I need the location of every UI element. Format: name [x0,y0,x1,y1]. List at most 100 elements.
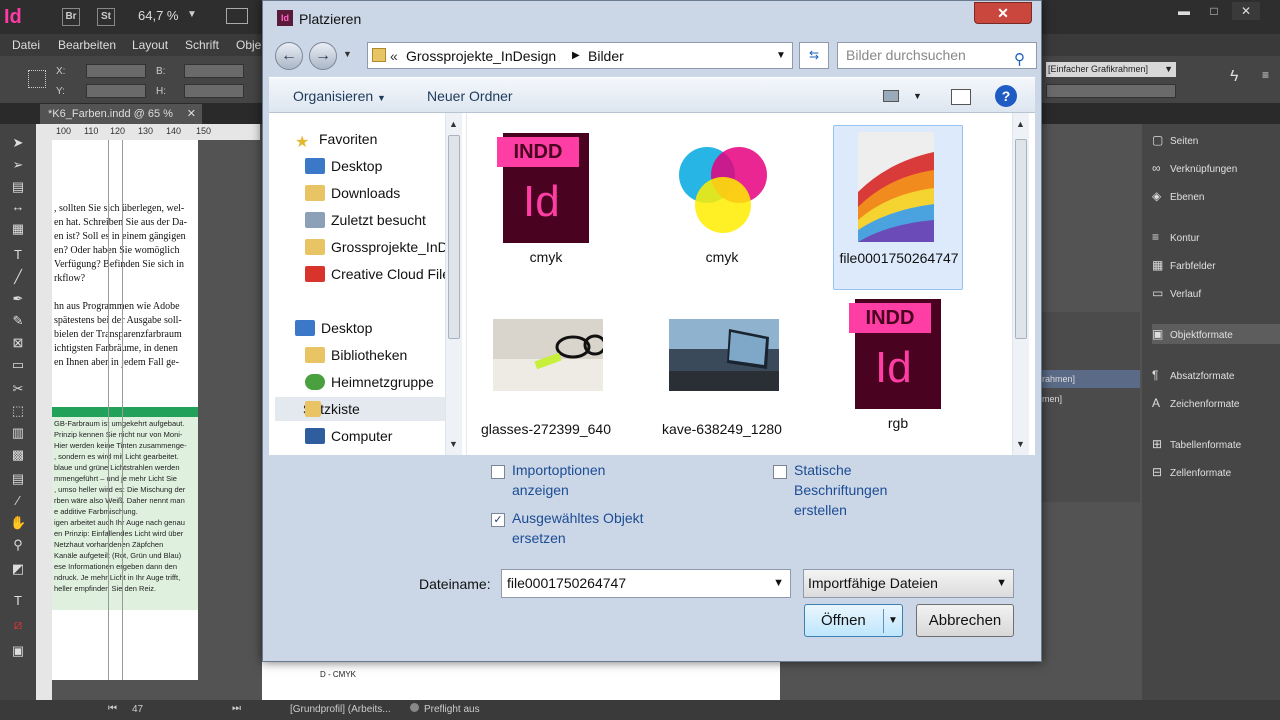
filename-dropdown-icon[interactable]: ▼ [773,570,784,597]
bridge-button[interactable]: Br [62,8,80,26]
file-scroll-thumb[interactable] [1015,139,1027,339]
pencil-tool-icon[interactable]: ✎ [10,314,26,328]
screen-mode-icon[interactable]: ▣ [10,644,26,658]
gradient-feather-icon[interactable]: ▩ [10,448,26,462]
address-dropdown-icon[interactable]: ▼ [776,50,786,61]
lightning-icon[interactable]: ϟ [1230,68,1238,86]
scroll-down-icon[interactable]: ▼ [1016,439,1025,449]
panel-zellenformate[interactable]: ⊟ Zellenformate [1152,462,1280,482]
scroll-up-icon[interactable]: ▲ [1016,119,1025,129]
filename-input[interactable]: file0001750264747 ▼ [501,569,791,598]
gradient-tool-icon[interactable]: ▥ [10,426,26,440]
maximize-icon[interactable]: □ [1200,2,1228,20]
import-options-checkbox[interactable] [491,465,505,479]
content-collector-icon[interactable]: ▦ [10,222,26,236]
nav-desktop-fav[interactable]: Desktop [305,154,382,178]
panel-menu-icon[interactable]: ≡ [1262,68,1269,82]
view-mode-icon[interactable] [883,90,899,102]
file-item[interactable]: INDD Id cmyk [481,125,611,290]
menu-objekt[interactable]: Obje [236,38,261,52]
nav-homegroup[interactable]: Heimnetzgruppe [305,370,434,394]
zoom-tool-icon[interactable]: ⚲ [10,538,26,552]
menu-layout[interactable]: Layout [132,38,168,52]
cancel-button[interactable]: Abbrechen [916,604,1014,637]
panel-seiten[interactable]: ▢ Seiten [1152,130,1280,150]
page-number[interactable]: 47 [132,704,143,715]
hand-tool-icon[interactable]: ✋ [10,516,26,530]
dialog-close-button[interactable]: ✕ [974,2,1032,24]
gap-tool-icon[interactable]: ↔ [10,200,26,214]
file-item[interactable]: cmyk [657,125,787,290]
nav-computer[interactable]: Computer [305,424,392,448]
help-icon[interactable]: ? [995,85,1017,107]
static-captions-label[interactable]: Statische Beschriftungen erstellen [794,460,904,520]
nav-desktop[interactable]: Desktop [295,316,372,340]
page-tool-icon[interactable]: ▤ [10,180,26,194]
zoom-dropdown-icon[interactable]: ▼ [187,9,197,20]
panel-absatzformate[interactable]: ¶ Absatzformate [1152,365,1280,385]
open-button[interactable]: Öffnen ▼ [804,604,903,637]
nav-recent[interactable]: Zuletzt besucht [305,208,426,232]
height-field[interactable] [184,84,244,98]
style-row[interactable]: men] [1040,390,1140,408]
history-dropdown-icon[interactable]: ▼ [343,49,352,59]
zoom-level[interactable]: 64,7 % [138,8,178,23]
nav-grossprojekte[interactable]: Grossprojekte_InDesign [305,235,455,259]
panel-verknuepfungen[interactable]: ∞ Verknüpfungen [1152,158,1280,178]
nav-favorites[interactable]: ★ Favoriten [295,127,377,151]
search-input[interactable]: Bilder durchsuchen ⚲ [837,42,1037,69]
free-transform-tool-icon[interactable]: ⬚ [10,404,26,418]
panel-objektformate[interactable]: ▣ Objektformate [1152,324,1280,344]
menu-bearbeiten[interactable]: Bearbeiten [58,38,116,52]
search-icon[interactable]: ⚲ [1014,47,1025,72]
nav-creative-cloud[interactable]: Creative Cloud Files [305,262,455,286]
line-tool-icon[interactable]: ╱ [10,270,26,284]
replace-selected-checkbox[interactable]: ✓ [491,513,505,527]
profile-label[interactable]: [Grundprofil] (Arbeits... [290,704,391,715]
panel-verlauf[interactable]: ▭ Verlauf [1152,283,1280,303]
scissors-tool-icon[interactable]: ✂ [10,382,26,396]
reference-point-icon[interactable] [28,70,46,88]
rectangle-tool-icon[interactable]: ▭ [10,358,26,372]
back-icon[interactable]: ← [275,42,303,70]
static-captions-checkbox[interactable] [773,465,787,479]
last-page-icon[interactable]: ⏭ [232,703,241,714]
breadcrumb-bilder[interactable]: Bilder [588,48,624,64]
nav-libraries[interactable]: Bibliotheken [305,343,407,367]
formatting-container-icon[interactable]: T [10,594,26,608]
panel-ebenen[interactable]: ◈ Ebenen [1152,186,1280,206]
panel-farbfelder[interactable]: ▦ Farbfelder [1152,255,1280,275]
menu-datei[interactable]: Datei [12,38,40,52]
nav-scroll-thumb[interactable] [448,135,460,339]
minimize-icon[interactable]: ▬ [1170,2,1198,20]
import-options-label[interactable]: Importoptionen anzeigen [512,460,632,500]
file-type-select[interactable]: Importfähige Dateien ▼ [803,569,1014,598]
menu-schrift[interactable]: Schrift [185,38,219,52]
nav-scrollbar[interactable]: ▲ ▼ [445,113,462,455]
x-field[interactable] [86,64,146,78]
breadcrumb-overflow[interactable]: « [390,48,398,64]
close-tab-icon[interactable]: ✕ [187,104,196,124]
address-bar[interactable]: « Grossprojekte_InDesign ▶ Bilder ▼ [367,42,793,69]
selection-tool-icon[interactable]: ➤ [10,136,26,150]
breadcrumb-separator-icon[interactable]: ▶ [572,50,580,61]
stroke-field[interactable] [1046,84,1176,98]
close-window-icon[interactable]: ✕ [1232,2,1260,20]
view-options-icon[interactable] [226,8,248,24]
style-row[interactable]: rahmen] [1040,370,1140,388]
nav-satzkiste[interactable]: Satzkiste [275,397,445,421]
file-item[interactable]: kave-638249_1280 [657,297,787,462]
view-dropdown-icon[interactable]: ▼ [913,91,922,101]
file-item-selected[interactable]: file0001750264747 [833,125,963,290]
preflight-label[interactable]: Preflight aus [424,704,480,715]
file-scrollbar[interactable]: ▲ ▼ [1012,113,1029,455]
preview-pane-icon[interactable] [951,89,971,105]
document-tab[interactable]: *K6_Farben.indd @ 65 % ✕ [40,104,202,124]
y-field[interactable] [86,84,146,98]
green-text-box[interactable]: GB-Farbraum ist umgekehrt aufgebaut. Pri… [52,417,198,610]
file-item[interactable]: glasses-272399_640 [481,297,611,462]
direct-selection-tool-icon[interactable]: ➢ [10,158,26,172]
open-options-dropdown-icon[interactable]: ▼ [888,605,898,636]
rectangle-frame-tool-icon[interactable]: ⊠ [10,336,26,350]
replace-selected-label[interactable]: Ausgewähltes Objekt ersetzen [512,508,662,548]
